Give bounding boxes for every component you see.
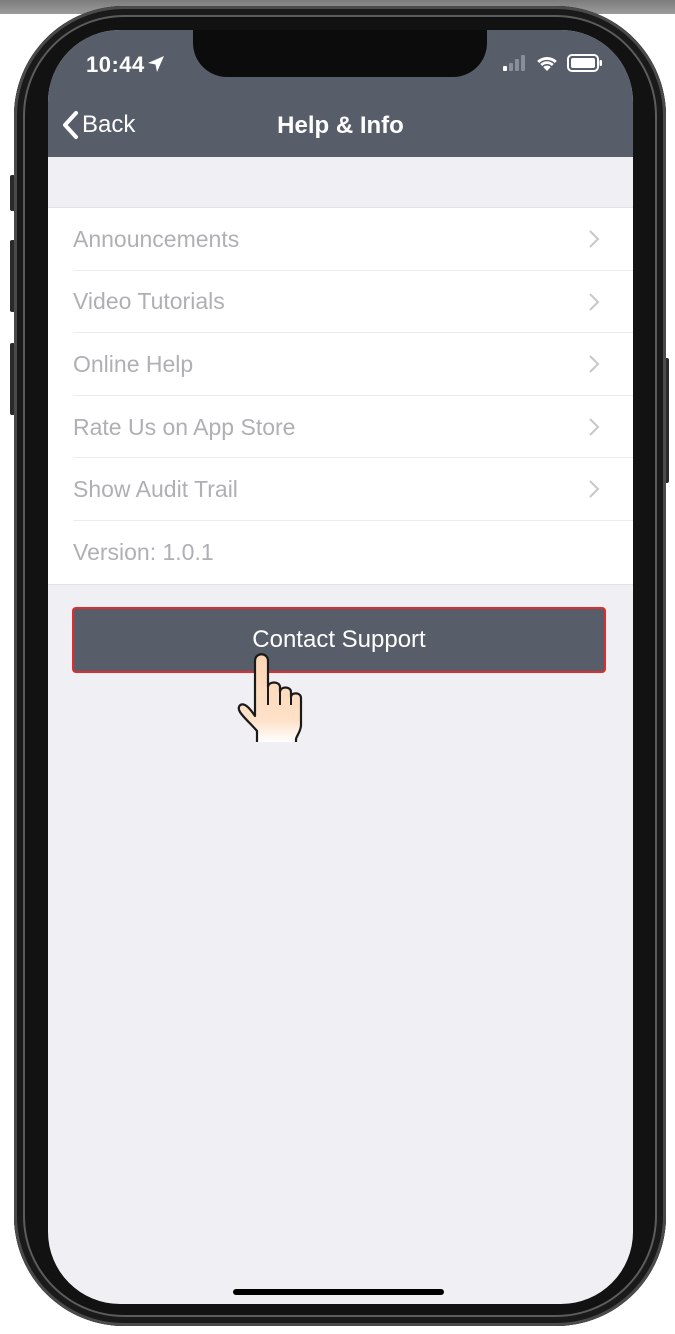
- home-indicator: [233, 1289, 444, 1295]
- wifi-icon: [537, 56, 557, 71]
- phone-screen: 10:44 Back Help & Info Announcements Vid…: [48, 30, 633, 1304]
- page-title: Help & Info: [277, 112, 404, 139]
- chevron-right-icon: [589, 480, 600, 499]
- menu-item-label: Video Tutorials: [73, 288, 225, 315]
- chevron-right-icon: [589, 230, 600, 248]
- menu-item-rate-us[interactable]: Rate Us on App Store: [48, 396, 633, 459]
- status-time: 10:44: [86, 52, 145, 77]
- menu-item-video-tutorials[interactable]: Video Tutorials: [48, 271, 633, 334]
- battery-icon: [567, 54, 602, 72]
- menu-item-announcements[interactable]: Announcements: [48, 208, 633, 271]
- menu-item-label: Online Help: [73, 350, 194, 377]
- menu-item-online-help[interactable]: Online Help: [48, 333, 633, 396]
- chevron-right-icon: [589, 292, 600, 311]
- menu-item-label: Rate Us on App Store: [73, 413, 296, 440]
- chevron-right-icon: [589, 355, 600, 373]
- pointing-hand-icon: [237, 653, 303, 742]
- menu-item-show-audit-trail[interactable]: Show Audit Trail: [48, 458, 633, 521]
- chevron-right-icon: [589, 418, 600, 436]
- cellular-signal-icon: [503, 55, 525, 71]
- status-icons: [503, 54, 603, 72]
- notch: [193, 30, 487, 77]
- contact-support-button[interactable]: Contact Support: [72, 607, 606, 673]
- help-menu-list: Announcements Video Tutorials Online Hel…: [48, 207, 633, 585]
- nav-header: 10:44 Back Help & Info: [48, 30, 633, 157]
- version-row: Version: 1.0.1: [48, 521, 633, 584]
- menu-item-label: Show Audit Trail: [73, 476, 238, 503]
- version-label: Version: 1.0.1: [73, 538, 214, 565]
- menu-item-label: Announcements: [73, 225, 240, 252]
- location-arrow-icon: [148, 56, 164, 72]
